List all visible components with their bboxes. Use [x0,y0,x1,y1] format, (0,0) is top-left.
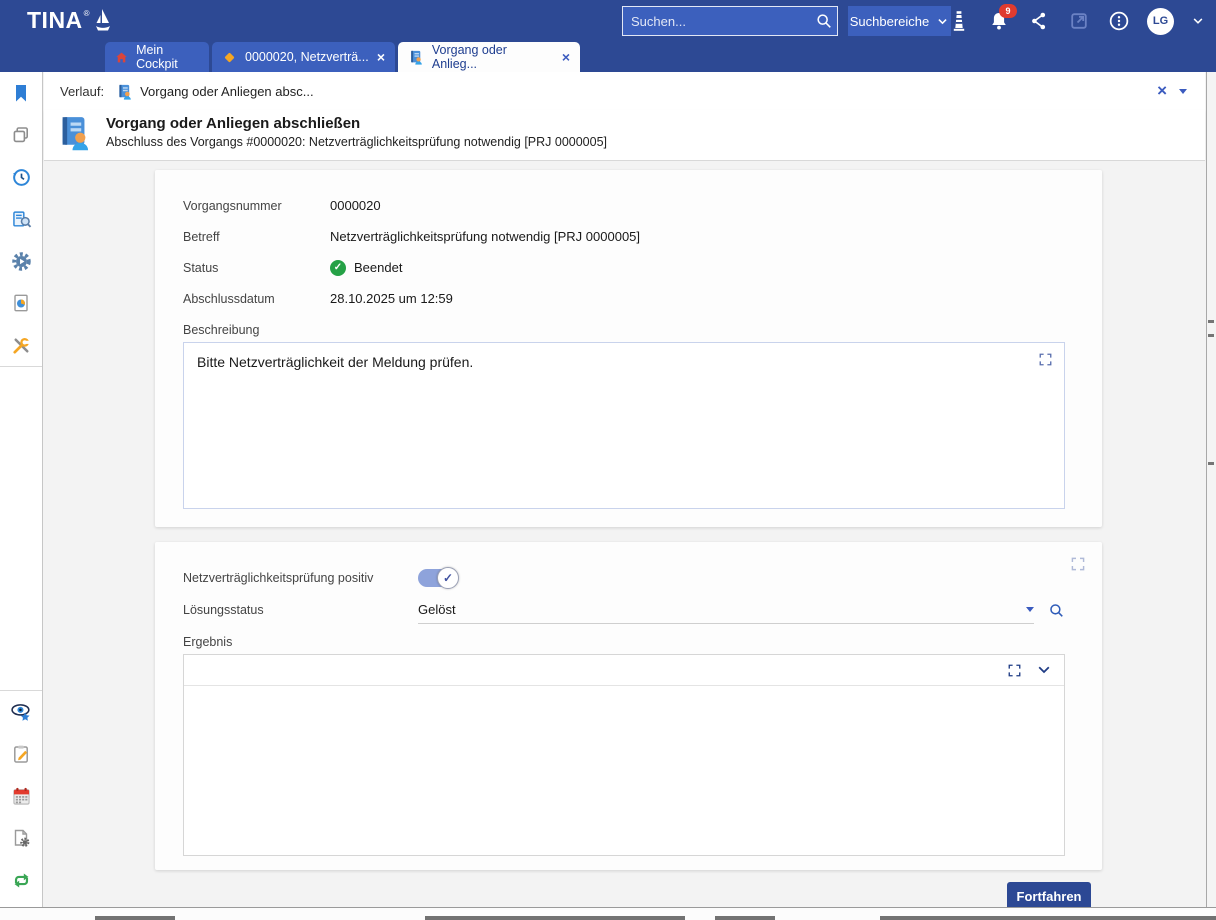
tab-label: Vorgang oder Anlieg... [432,43,554,71]
tab-mein-cockpit[interactable]: Mein Cockpit [105,42,209,72]
history-menu-caret-icon[interactable] [1179,89,1187,94]
app-window: TINA ® Suchbereiche [0,0,1216,920]
expand-icon[interactable] [1007,663,1022,678]
details-card: Vorgangsnummer 0000020 Betreff Netzvertr… [155,170,1102,527]
tab-bar: Mein Cockpit 0000020, Netzverträ... × Vo… [0,42,1216,72]
field-label: Betreff [183,230,330,244]
notifications-bell-icon[interactable]: 9 [987,9,1011,33]
tab-ticket[interactable]: 0000020, Netzverträ... × [212,42,395,72]
tab-task-active[interactable]: Vorgang oder Anlieg... × [398,42,580,72]
page-subtitle: Abschluss des Vorgangs #0000020: Netzver… [106,134,607,151]
search-input[interactable] [623,14,815,29]
field-value: 0000020 [330,198,381,213]
expand-icon[interactable] [1070,556,1086,572]
result-editor-toolbar [184,655,1064,686]
field-row-status: Status ✓ Beendet [183,252,1065,283]
home-icon [115,50,128,65]
background-window-sliver-right [1206,72,1216,907]
copy-windows-icon[interactable] [0,114,42,156]
tag-icon [222,50,237,65]
sync-arrows-icon[interactable] [0,859,42,901]
left-sidebar [0,72,43,907]
description-label: Beschreibung [183,323,1065,337]
history-item[interactable]: Vorgang oder Anliegen absc... [116,83,313,100]
field-row-loesungsstatus: Lösungsstatus Gelöst [183,594,1065,626]
watch-favorite-icon[interactable] [0,691,42,733]
calendar-icon[interactable] [0,775,42,817]
status-check-icon: ✓ [330,260,346,276]
field-row-abschlussdatum: Abschlussdatum 28.10.2025 um 12:59 [183,283,1065,314]
user-avatar[interactable]: LG [1147,8,1174,35]
field-row-vorgangsnummer: Vorgangsnummer 0000020 [183,190,1065,221]
main-area: Verlauf: Vorgang oder Anliegen absc... ×… [44,72,1205,907]
notification-badge: 9 [999,4,1017,18]
background-window-sliver-bottom [0,907,1216,920]
positive-toggle[interactable]: ✓ [418,569,455,587]
share-icon[interactable] [1027,9,1051,33]
field-label: Abschlussdatum [183,292,330,306]
combo-caret-icon[interactable] [1026,607,1034,612]
bookmark-icon[interactable] [0,72,42,114]
top-bar: TINA ® Suchbereiche [0,0,1216,42]
app-logo-reg: ® [84,9,90,18]
search-icon[interactable] [815,12,833,30]
search-areas-dropdown[interactable]: Suchbereiche [848,6,951,36]
field-label: Netzverträglichkeitsprüfung positiv [183,571,418,585]
lighthouse-icon[interactable] [947,9,971,33]
task-icon [55,113,93,151]
result-editor-body[interactable] [184,686,1064,702]
history-icon[interactable] [0,156,42,198]
content-area: Vorgangsnummer 0000020 Betreff Netzvertr… [44,161,1205,907]
field-value: 28.10.2025 um 12:59 [330,291,453,306]
field-label: Vorgangsnummer [183,199,330,213]
page-title: Vorgang oder Anliegen abschließen [106,114,607,134]
description-text: Bitte Netzverträglichkeit der Meldung pr… [197,354,473,370]
solution-status-combo[interactable]: Gelöst [418,596,1034,624]
sailboat-icon [92,7,114,34]
value-help-search-icon[interactable] [1048,602,1065,619]
app-logo[interactable]: TINA ® [27,7,114,34]
clipboard-edit-icon[interactable] [0,733,42,775]
task-icon [116,83,133,100]
app-logo-text: TINA [27,7,83,33]
search-records-icon[interactable] [0,198,42,240]
status-badge: Beendet [354,260,402,275]
external-link-icon[interactable] [1067,9,1091,33]
field-value: Netzverträglichkeitsprüfung notwendig [P… [330,229,640,244]
tab-close-icon[interactable]: × [562,50,570,64]
combo-value: Gelöst [418,602,1026,617]
chevron-down-icon[interactable] [1036,662,1052,678]
field-row-betreff: Betreff Netzverträglichkeitsprüfung notw… [183,221,1065,252]
description-field[interactable]: Bitte Netzverträglichkeit der Meldung pr… [183,342,1065,509]
user-menu-chevron-icon[interactable] [1190,9,1206,33]
task-header: Vorgang oder Anliegen abschließen Abschl… [44,110,1205,161]
global-search [622,6,838,36]
tools-icon[interactable] [0,324,42,366]
more-info-icon[interactable] [1107,9,1131,33]
task-icon [408,49,424,65]
process-gear-icon[interactable] [0,240,42,282]
top-icon-group: 9 [947,0,1206,42]
history-bar: Verlauf: Vorgang oder Anliegen absc... × [44,72,1205,110]
history-close-icon[interactable]: × [1157,83,1167,99]
tab-label: Mein Cockpit [136,43,199,71]
document-settings-icon[interactable] [0,817,42,859]
result-editor[interactable] [183,654,1065,856]
report-chart-icon[interactable] [0,282,42,324]
tab-close-icon[interactable]: × [377,50,385,64]
field-label: Lösungsstatus [183,603,418,617]
toggle-check-icon: ✓ [437,567,459,589]
tab-label: 0000020, Netzverträ... [245,50,369,64]
expand-icon[interactable] [1038,352,1053,367]
history-item-label: Vorgang oder Anliegen absc... [140,84,313,99]
field-label: Status [183,261,330,275]
form-card: Netzverträglichkeitsprüfung positiv ✓ Lö… [155,542,1102,870]
search-areas-label: Suchbereiche [850,14,930,29]
field-row-toggle: Netzverträglichkeitsprüfung positiv ✓ [183,562,1065,594]
history-label: Verlauf: [60,84,104,99]
result-label: Ergebnis [183,635,1065,649]
